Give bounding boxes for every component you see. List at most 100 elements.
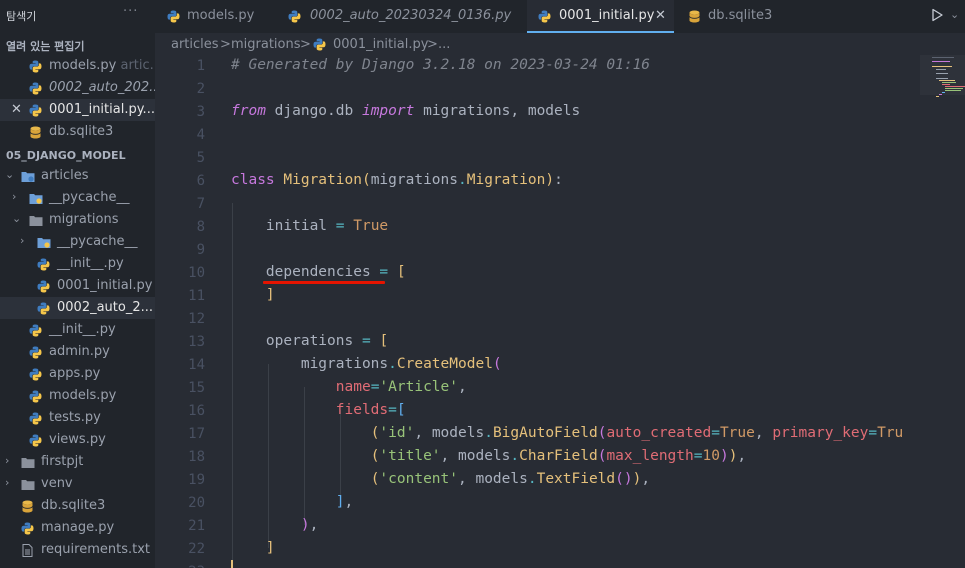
punctuation: , <box>440 448 450 464</box>
more-actions-icon[interactable]: ··· <box>123 4 138 19</box>
breadcrumb-item[interactable]: articles <box>171 37 219 52</box>
tab-0001-initial[interactable]: 0001_initial.py ✕ <box>527 0 674 33</box>
folder-icon <box>21 478 35 491</box>
operator: = <box>388 402 397 418</box>
class-name: CharField <box>519 448 598 464</box>
tree-file[interactable]: tests.py <box>0 407 155 429</box>
tree-label: migrations <box>49 212 119 227</box>
tab-label: 0002_auto_20230324_0136.py <box>310 8 512 23</box>
open-editor-item[interactable]: 0002_auto_202... <box>0 77 155 99</box>
bracket: [ <box>396 402 406 418</box>
kwarg: auto_created <box>606 425 712 441</box>
literal: True <box>353 218 389 234</box>
operator: = <box>868 425 878 441</box>
line-number: 20 <box>188 495 205 511</box>
run-icon[interactable] <box>929 7 945 23</box>
breadcrumb: articles > migrations > 0001_initial.py … <box>155 33 965 55</box>
python-file-icon <box>29 82 42 95</box>
open-editor-item-active[interactable]: ✕ 0001_initial.py... <box>0 99 155 121</box>
paren: ( <box>615 471 624 487</box>
tree-file-selected[interactable]: 0002_auto_2... <box>0 297 155 319</box>
tab-bar: models.py 0002_auto_20230324_0136.py 000… <box>155 0 965 33</box>
tree-folder-firstpjt[interactable]: › firstpjt <box>0 451 155 473</box>
minimap[interactable] <box>930 55 965 105</box>
code-line-15: name='Article', <box>231 379 467 395</box>
bracket: [ <box>396 264 406 280</box>
tree-label: __pycache__ <box>49 190 130 205</box>
tab-label: db.sqlite3 <box>708 8 773 23</box>
explorer-header: 탐색기 ··· <box>0 0 155 33</box>
tab-0002-auto[interactable]: 0002_auto_20230324_0136.py <box>273 0 526 33</box>
line-number: 10 <box>188 265 205 281</box>
chevron-down-icon[interactable]: ⌄ <box>950 8 959 21</box>
identifier: migrations <box>370 172 459 188</box>
code-line-10: dependencies = [ <box>231 264 406 280</box>
error-underline <box>263 281 385 284</box>
python-file-icon <box>21 522 34 535</box>
tree-file[interactable]: db.sqlite3 <box>0 495 155 517</box>
database-icon <box>688 10 701 23</box>
tree-folder-pycache[interactable]: › __pycache__ <box>0 231 155 253</box>
tab-models[interactable]: models.py <box>155 0 272 33</box>
tree-file[interactable]: manage.py <box>0 517 155 539</box>
python-file-icon <box>29 104 42 117</box>
tree-label: db.sqlite3 <box>41 498 106 513</box>
punctuation: , <box>414 425 424 441</box>
text-file-icon <box>21 544 34 557</box>
tree-file[interactable]: __init__.py <box>0 319 155 341</box>
breadcrumb-separator: > <box>427 37 438 52</box>
line-number: 14 <box>188 357 205 373</box>
tree-folder-migrations[interactable]: ⌄ migrations <box>0 209 155 231</box>
literal: Tru <box>877 425 904 441</box>
comment: # Generated by Django 3.2.18 on 2023-03-… <box>231 57 651 73</box>
operator: = <box>711 425 720 441</box>
file-name: db.sqlite3 <box>49 124 114 139</box>
tree-label: firstpjt <box>41 454 84 469</box>
tree-file[interactable]: models.py <box>0 385 155 407</box>
file-description: artic... <box>120 58 155 73</box>
string: 'content' <box>379 471 458 487</box>
open-editor-item[interactable]: models.py artic... <box>0 55 155 77</box>
open-editors-header[interactable]: 열려 있는 편집기 <box>6 38 85 54</box>
tree-file[interactable]: __init__.py <box>0 253 155 275</box>
line-number: 2 <box>196 81 205 97</box>
class-name: BigAutoField <box>492 425 598 441</box>
line-number: 22 <box>188 541 205 557</box>
code-line-3: from django.db import migrations, models <box>231 103 580 119</box>
operator: . <box>527 471 537 487</box>
breadcrumb-item[interactable]: migrations <box>231 37 301 52</box>
breadcrumb-item[interactable]: ... <box>438 37 450 52</box>
tree-folder-venv[interactable]: › venv <box>0 473 155 495</box>
punctuation: , <box>754 425 764 441</box>
tree-file[interactable]: views.py <box>0 429 155 451</box>
python-file-icon <box>538 10 551 23</box>
paren: ) <box>545 172 555 188</box>
open-editor-item[interactable]: db.sqlite3 <box>0 121 155 143</box>
code-line-19: ('content', models.TextField()), <box>231 471 650 487</box>
project-header[interactable]: 05_DJANGO_MODEL <box>6 149 126 162</box>
string: 'id' <box>379 425 415 441</box>
punctuation: , <box>737 448 747 464</box>
class-name: CreateModel <box>396 356 493 372</box>
punctuation: , <box>344 494 354 510</box>
operator: = <box>335 218 345 234</box>
tree-file[interactable]: apps.py <box>0 363 155 385</box>
paren: ( <box>361 172 371 188</box>
tree-folder-articles[interactable]: ⌄ articles <box>0 165 155 187</box>
file-name: models.py <box>49 58 117 73</box>
tab-db-sqlite3[interactable]: db.sqlite3 <box>675 0 785 33</box>
tree-folder-pycache[interactable]: › __pycache__ <box>0 187 155 209</box>
close-icon[interactable]: ✕ <box>11 102 22 117</box>
code-editor[interactable]: 1 2 3 4 5 6 7 8 9 10 11 12 13 14 15 16 1… <box>155 55 965 568</box>
close-icon[interactable]: ✕ <box>655 8 666 23</box>
code-line-1: # Generated by Django 3.2.18 on 2023-03-… <box>231 57 650 73</box>
tree-file[interactable]: admin.py <box>0 341 155 363</box>
code-line-18: ('title', models.CharField(max_length=10… <box>231 448 746 464</box>
paren: ) <box>623 471 633 487</box>
tab-label: models.py <box>187 8 255 23</box>
tree-file[interactable]: requirements.txt <box>0 539 155 561</box>
breadcrumb-item[interactable]: 0001_initial.py <box>333 37 428 52</box>
breadcrumb-separator: > <box>300 37 311 52</box>
line-number: 8 <box>196 219 205 235</box>
tree-file[interactable]: 0001_initial.py <box>0 275 155 297</box>
